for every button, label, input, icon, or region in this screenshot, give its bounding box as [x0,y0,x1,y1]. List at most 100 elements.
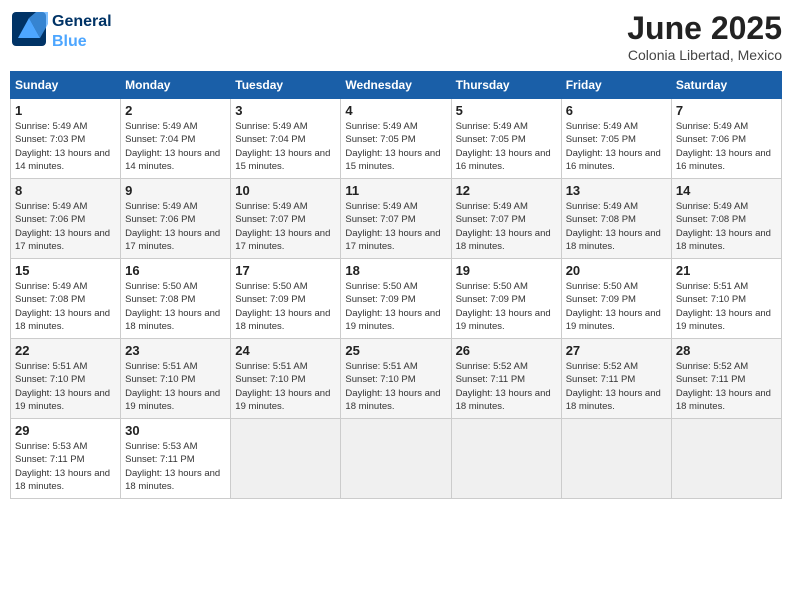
header: General Blue June 2025 Colonia Libertad,… [10,10,782,63]
day-number: 16 [125,263,226,278]
sunrise-label: Sunrise: [125,281,163,292]
sunset-label: Sunset: [15,374,50,385]
day-info: Sunrise: 5:49 AM Sunset: 7:08 PM Dayligh… [566,200,667,253]
table-row [341,419,451,499]
day-info: Sunrise: 5:52 AM Sunset: 7:11 PM Dayligh… [456,360,557,413]
table-row: 9 Sunrise: 5:49 AM Sunset: 7:06 PM Dayli… [121,179,231,259]
sunset-label: Sunset: [345,294,380,305]
sunset-value: 7:10 PM [50,374,85,385]
sunset-label: Sunset: [345,374,380,385]
sunset-value: 7:04 PM [160,134,195,145]
sunrise-value: 5:52 AM [603,361,638,372]
sunrise-label: Sunrise: [456,361,494,372]
sunrise-value: 5:49 AM [493,121,528,132]
daylight-label: Daylight: [125,468,165,479]
sunrise-label: Sunrise: [235,281,273,292]
sunset-label: Sunset: [676,134,711,145]
sunset-value: 7:09 PM [490,294,525,305]
month-title: June 2025 [627,10,782,47]
sunrise-label: Sunrise: [15,121,53,132]
sunrise-value: 5:51 AM [713,281,748,292]
sunrise-value: 5:50 AM [383,281,418,292]
table-row: 26 Sunrise: 5:52 AM Sunset: 7:11 PM Dayl… [451,339,561,419]
sunrise-value: 5:49 AM [603,121,638,132]
day-number: 23 [125,343,226,358]
sunrise-value: 5:53 AM [53,441,88,452]
daylight-label: Daylight: [15,148,55,159]
sunset-value: 7:08 PM [160,294,195,305]
daylight-label: Daylight: [235,388,275,399]
day-number: 22 [15,343,116,358]
sunset-value: 7:11 PM [160,454,195,465]
sunset-value: 7:08 PM [711,214,746,225]
sunrise-label: Sunrise: [125,201,163,212]
sunset-value: 7:04 PM [270,134,305,145]
table-row: 6 Sunrise: 5:49 AM Sunset: 7:05 PM Dayli… [561,99,671,179]
sunrise-value: 5:49 AM [273,201,308,212]
day-info: Sunrise: 5:51 AM Sunset: 7:10 PM Dayligh… [235,360,336,413]
day-number: 7 [676,103,777,118]
sunset-value: 7:09 PM [270,294,305,305]
sunset-label: Sunset: [676,214,711,225]
table-row: 30 Sunrise: 5:53 AM Sunset: 7:11 PM Dayl… [121,419,231,499]
sunrise-value: 5:50 AM [163,281,198,292]
table-row: 10 Sunrise: 5:49 AM Sunset: 7:07 PM Dayl… [231,179,341,259]
day-info: Sunrise: 5:50 AM Sunset: 7:09 PM Dayligh… [345,280,446,333]
sunset-value: 7:06 PM [50,214,85,225]
sunset-label: Sunset: [125,134,160,145]
table-row [451,419,561,499]
daylight-label: Daylight: [345,308,385,319]
sunrise-label: Sunrise: [456,201,494,212]
table-row: 2 Sunrise: 5:49 AM Sunset: 7:04 PM Dayli… [121,99,231,179]
day-info: Sunrise: 5:49 AM Sunset: 7:06 PM Dayligh… [15,200,116,253]
sunrise-value: 5:51 AM [53,361,88,372]
daylight-label: Daylight: [676,228,716,239]
day-info: Sunrise: 5:49 AM Sunset: 7:04 PM Dayligh… [125,120,226,173]
sunset-value: 7:08 PM [601,214,636,225]
daylight-label: Daylight: [15,388,55,399]
sunrise-label: Sunrise: [566,121,604,132]
table-row [671,419,781,499]
sunrise-label: Sunrise: [125,121,163,132]
sunset-label: Sunset: [235,374,270,385]
col-wednesday: Wednesday [341,72,451,99]
sunset-label: Sunset: [345,134,380,145]
daylight-label: Daylight: [566,388,606,399]
day-number: 2 [125,103,226,118]
table-row: 20 Sunrise: 5:50 AM Sunset: 7:09 PM Dayl… [561,259,671,339]
sunrise-label: Sunrise: [566,201,604,212]
table-row: 3 Sunrise: 5:49 AM Sunset: 7:04 PM Dayli… [231,99,341,179]
day-number: 28 [676,343,777,358]
day-number: 8 [15,183,116,198]
sunset-label: Sunset: [566,134,601,145]
day-number: 26 [456,343,557,358]
col-thursday: Thursday [451,72,561,99]
sunrise-label: Sunrise: [15,201,53,212]
day-number: 20 [566,263,667,278]
table-row: 5 Sunrise: 5:49 AM Sunset: 7:05 PM Dayli… [451,99,561,179]
table-row: 12 Sunrise: 5:49 AM Sunset: 7:07 PM Dayl… [451,179,561,259]
day-number: 15 [15,263,116,278]
sunset-label: Sunset: [456,294,491,305]
daylight-label: Daylight: [676,388,716,399]
daylight-label: Daylight: [125,388,165,399]
day-info: Sunrise: 5:50 AM Sunset: 7:09 PM Dayligh… [456,280,557,333]
table-row: 22 Sunrise: 5:51 AM Sunset: 7:10 PM Dayl… [11,339,121,419]
sunset-label: Sunset: [566,214,601,225]
day-info: Sunrise: 5:49 AM Sunset: 7:07 PM Dayligh… [456,200,557,253]
sunrise-value: 5:50 AM [493,281,528,292]
sunrise-label: Sunrise: [456,281,494,292]
sunset-value: 7:09 PM [601,294,636,305]
daylight-label: Daylight: [456,308,496,319]
sunrise-value: 5:49 AM [713,121,748,132]
table-row: 29 Sunrise: 5:53 AM Sunset: 7:11 PM Dayl… [11,419,121,499]
daylight-label: Daylight: [235,148,275,159]
sunset-label: Sunset: [456,134,491,145]
day-number: 17 [235,263,336,278]
day-number: 21 [676,263,777,278]
sunrise-label: Sunrise: [15,281,53,292]
table-row: 21 Sunrise: 5:51 AM Sunset: 7:10 PM Dayl… [671,259,781,339]
sunrise-label: Sunrise: [676,201,714,212]
sunrise-value: 5:52 AM [713,361,748,372]
sunset-label: Sunset: [15,214,50,225]
